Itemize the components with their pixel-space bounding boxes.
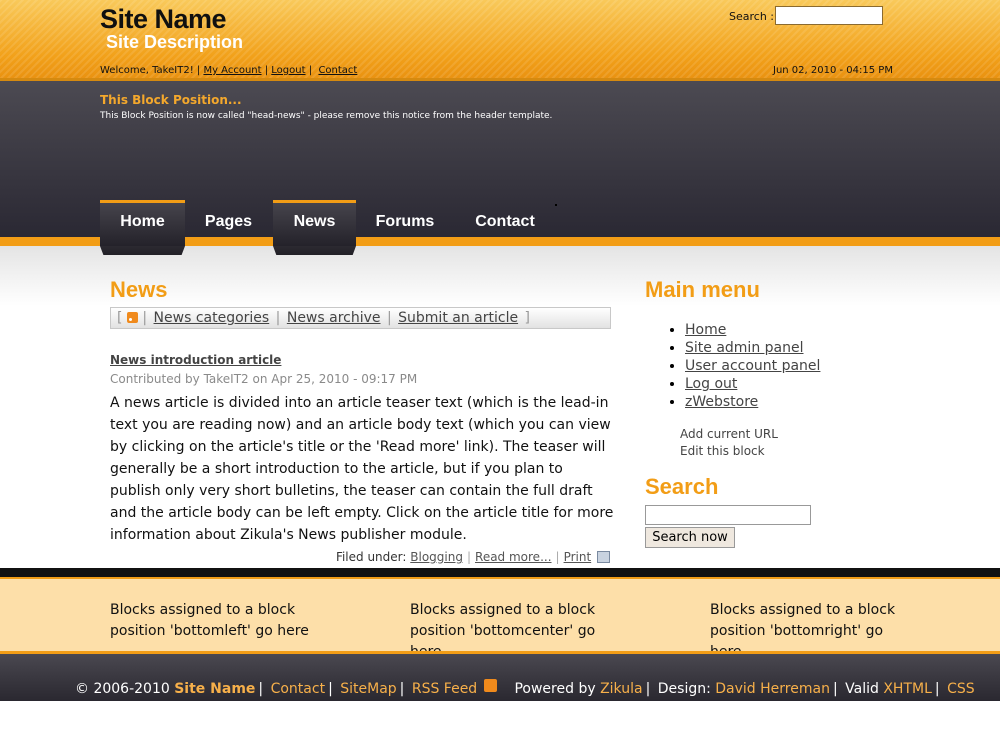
filed-sep-2: | bbox=[555, 550, 560, 564]
footer-text: © 2006-2010 Site Name | Contact | SiteMap |… bbox=[75, 679, 975, 697]
menu-item-logout: Log out bbox=[685, 375, 820, 393]
toolbar-sep-3: | bbox=[386, 310, 392, 326]
print-icon[interactable] bbox=[597, 551, 610, 563]
submit-article-link[interactable]: Submit an article bbox=[398, 310, 518, 326]
css-link[interactable]: CSS bbox=[947, 681, 975, 697]
designer-link[interactable]: David Herreman bbox=[715, 681, 830, 697]
xhtml-link[interactable]: XHTML bbox=[883, 681, 932, 697]
news-categories-link[interactable]: News categories bbox=[154, 310, 270, 326]
footer-rss-link[interactable]: RSS Feed bbox=[412, 681, 477, 697]
menu-link-home[interactable]: Home bbox=[685, 322, 726, 338]
tab-news[interactable]: News bbox=[273, 200, 356, 246]
menu-link-account[interactable]: User account panel bbox=[685, 358, 820, 374]
article-title-link[interactable]: News introduction article bbox=[110, 353, 281, 367]
tab-forums[interactable]: Forums bbox=[362, 200, 448, 246]
menu-link-admin[interactable]: Site admin panel bbox=[685, 340, 804, 356]
tab-home[interactable]: Home bbox=[100, 200, 185, 246]
footer-copyright: © 2006-2010 bbox=[75, 681, 170, 697]
header-search-input[interactable] bbox=[775, 6, 883, 25]
my-account-link[interactable]: My Account bbox=[203, 65, 261, 76]
article-footer: Filed under: Blogging | Read more... | Print bbox=[336, 550, 610, 564]
rss-icon[interactable] bbox=[126, 312, 138, 323]
print-link[interactable]: Print bbox=[564, 550, 592, 564]
welcome-bar: Welcome, TakeIT2! | My Account | Logout … bbox=[100, 65, 358, 76]
toolbar-open-bracket: [ bbox=[117, 310, 123, 326]
menu-item-account: User account panel bbox=[685, 357, 820, 375]
site-description: Site Description bbox=[106, 32, 244, 52]
main-menu-heading: Main menu bbox=[645, 277, 760, 302]
tab-news-label: News bbox=[293, 213, 336, 230]
main-menu-list: Home Site admin panel User account panel… bbox=[667, 321, 820, 411]
filed-sep-1: | bbox=[466, 550, 472, 564]
bottom-left-block: Blocks assigned to a block position 'bot… bbox=[110, 602, 309, 639]
site-name[interactable]: Site Name bbox=[100, 4, 227, 35]
page-title: News bbox=[110, 277, 168, 302]
filed-under-label: Filed under: bbox=[335, 550, 407, 564]
footer-site-name[interactable]: Site Name bbox=[174, 681, 255, 697]
tab-pages-label: Pages bbox=[204, 213, 253, 230]
toolbar-sep-2: | bbox=[275, 310, 281, 326]
menu-item-webstore: zWebstore bbox=[685, 393, 820, 411]
sidebar-search-input[interactable] bbox=[645, 505, 811, 525]
tab-contact[interactable]: Contact bbox=[460, 200, 550, 246]
tab-home-label: Home bbox=[120, 213, 165, 230]
footer-sep-1: | bbox=[258, 681, 264, 697]
news-toolbar: [ | News categories | News archive | Sub… bbox=[110, 307, 611, 329]
footer-sep-5: | bbox=[832, 681, 838, 697]
footer-sep-6: | bbox=[934, 681, 940, 697]
footer-sep-2: | bbox=[328, 681, 333, 697]
footer-sep-3: | bbox=[399, 681, 405, 697]
logout-link[interactable]: Logout bbox=[271, 65, 305, 76]
menu-item-home: Home bbox=[685, 321, 820, 339]
date-time: Jun 02, 2010 - 04:15 PM bbox=[773, 65, 893, 76]
stray-dot bbox=[555, 204, 557, 206]
toolbar-close-bracket: ] bbox=[524, 310, 530, 326]
menu-link-logout[interactable]: Log out bbox=[685, 376, 737, 392]
welcome-text: Welcome, TakeIT2! | bbox=[100, 65, 201, 76]
powered-by-label: Powered by bbox=[514, 681, 596, 697]
footer-rss-icon[interactable] bbox=[483, 679, 497, 692]
tab-contact-label: Contact bbox=[475, 213, 535, 230]
notice-title: This Block Position... bbox=[100, 93, 242, 107]
tab-forums-label: Forums bbox=[375, 213, 435, 230]
search-label: Search : bbox=[729, 10, 774, 23]
category-link[interactable]: Blogging bbox=[410, 550, 463, 564]
header: Site Name Site Description Search : Welc… bbox=[0, 0, 1000, 80]
menu-link-webstore[interactable]: zWebstore bbox=[685, 394, 758, 410]
edit-block-link[interactable]: Edit this block bbox=[680, 444, 765, 458]
read-more-link[interactable]: Read more... bbox=[475, 550, 552, 564]
design-label: Design: bbox=[657, 681, 711, 697]
tab-pages[interactable]: Pages bbox=[190, 200, 267, 246]
footer-contact-link[interactable]: Contact bbox=[271, 681, 325, 697]
notice-text: This Block Position is now called "head-… bbox=[100, 111, 553, 121]
search-heading: Search bbox=[645, 474, 719, 499]
search-now-button[interactable]: Search now bbox=[645, 527, 735, 548]
bottom-blocks: Blocks assigned to a block position 'bot… bbox=[0, 579, 1000, 660]
zikula-link[interactable]: Zikula bbox=[600, 681, 643, 697]
article-meta: Contributed by TakeIT2 on Apr 25, 2010 -… bbox=[110, 372, 418, 386]
article-teaser: A news article is divided into an articl… bbox=[110, 395, 614, 543]
news-archive-link[interactable]: News archive bbox=[287, 310, 381, 326]
footer-black-divider bbox=[0, 568, 1000, 577]
add-current-url-link[interactable]: Add current URL bbox=[680, 427, 778, 441]
toolbar-sep-1: | bbox=[142, 310, 148, 326]
contact-link[interactable]: Contact bbox=[318, 65, 357, 76]
footer-sitemap-link[interactable]: SiteMap bbox=[340, 681, 396, 697]
valid-label: Valid bbox=[845, 681, 879, 697]
menu-item-admin: Site admin panel bbox=[685, 339, 820, 357]
footer-sep-4: | bbox=[645, 681, 651, 697]
